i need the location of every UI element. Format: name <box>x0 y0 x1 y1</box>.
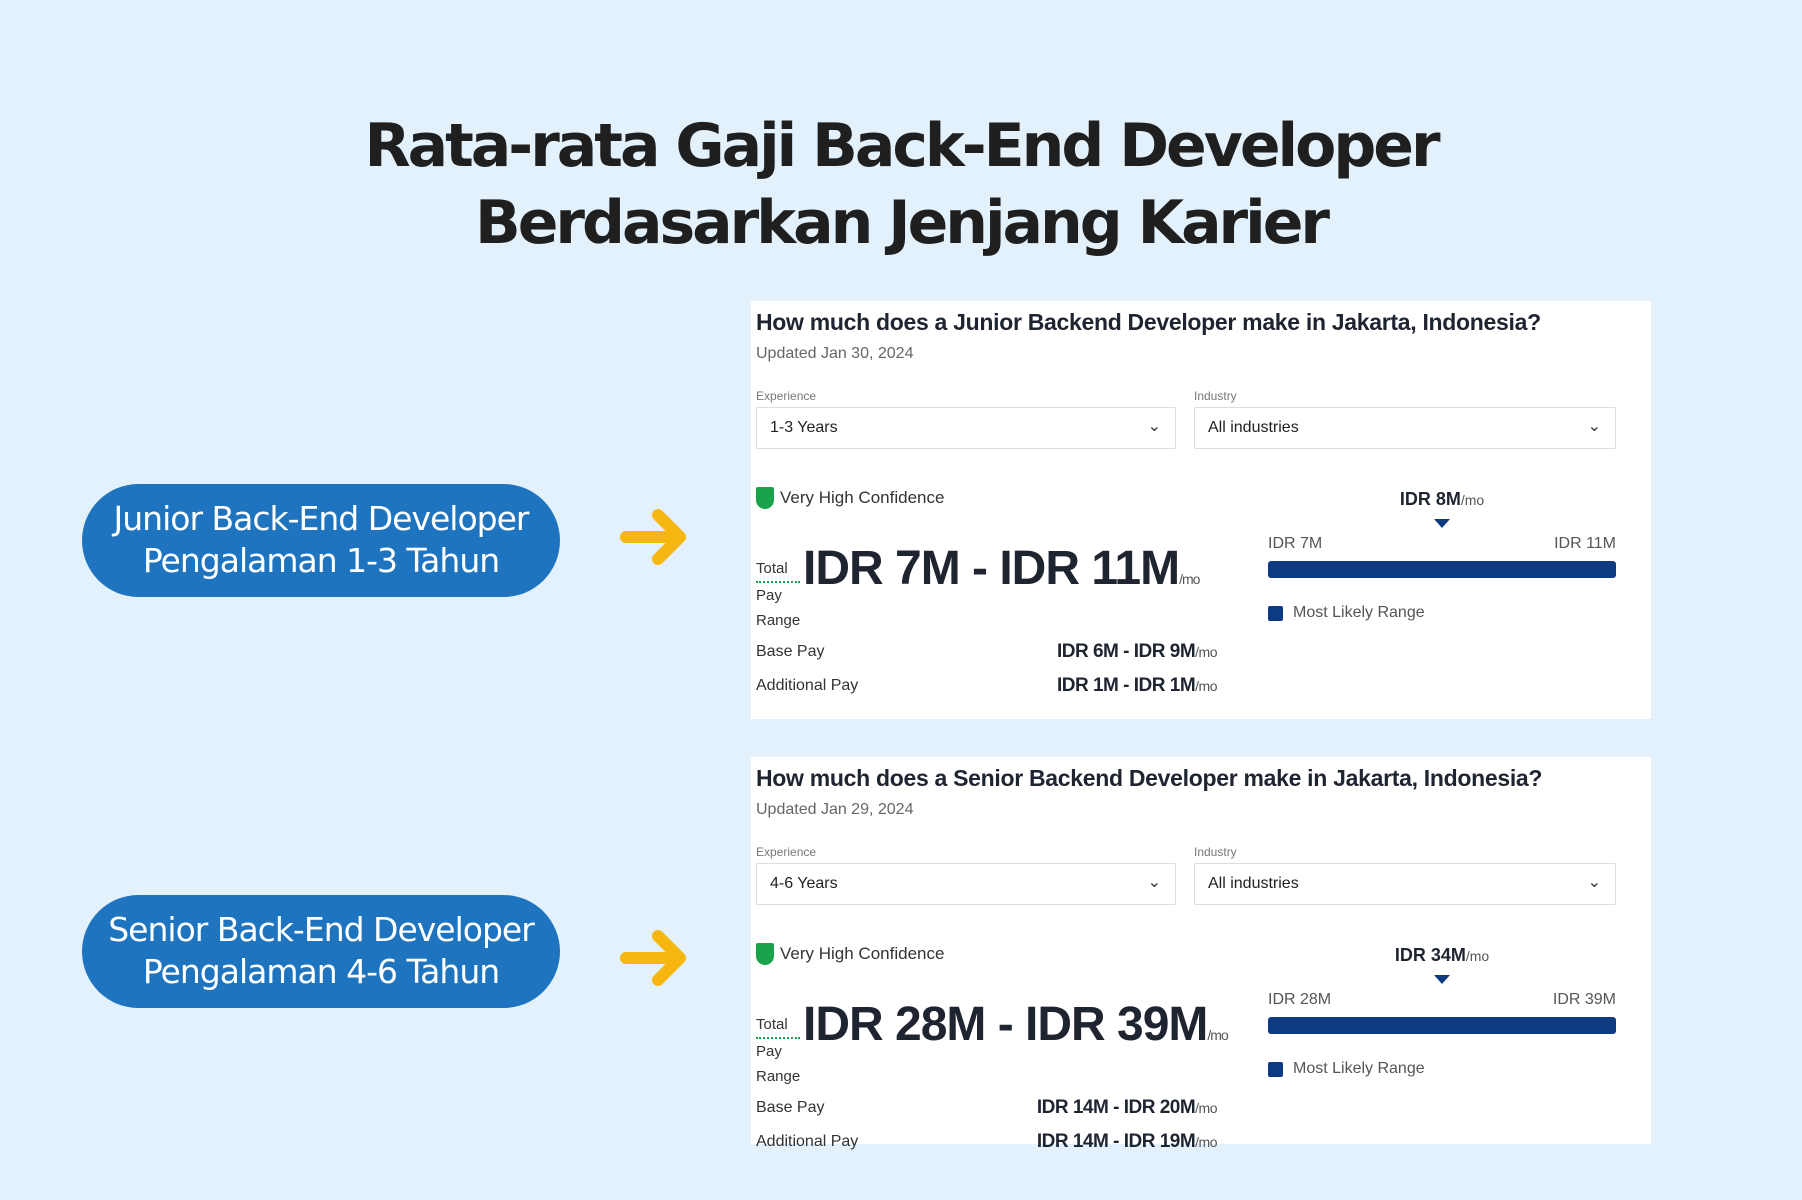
total-range-value: IDR 7M - IDR 11M <box>803 542 1180 595</box>
base-pay-value: IDR 14M - IDR 20M <box>1036 1097 1196 1118</box>
total-pay-range-label[interactable]: Total Pay Range <box>756 556 800 633</box>
confidence-badge: Very High Confidence <box>756 943 944 965</box>
per-month: /mo <box>1460 492 1485 508</box>
pill-subtitle: Pengalaman 4-6 Tahun <box>142 952 500 991</box>
additional-pay-label: Additional Pay <box>756 1133 859 1150</box>
experience-value: 4-6 Years <box>770 875 838 892</box>
experience-value: 1-3 Years <box>770 419 838 436</box>
per-month: /mo <box>1195 1134 1217 1150</box>
per-month: /mo <box>1195 678 1217 694</box>
median-value: IDR 8M <box>1399 489 1461 509</box>
industry-label: Industry <box>1194 845 1237 859</box>
legend-label: Most Likely Range <box>1293 1060 1425 1077</box>
industry-select[interactable]: All industries ⌄ <box>1194 863 1616 905</box>
legend-label: Most Likely Range <box>1293 604 1425 621</box>
confidence-text: Very High Confidence <box>780 944 945 963</box>
base-pay-label: Base Pay <box>756 1099 825 1116</box>
legend-swatch <box>1268 1061 1283 1077</box>
experience-select[interactable]: 4-6 Years ⌄ <box>756 863 1176 905</box>
additional-pay-value: IDR 1M - IDR 1M <box>1056 675 1196 696</box>
pay-label: Pay <box>756 1043 782 1060</box>
most-likely-range-bar <box>1268 1017 1616 1034</box>
additional-pay-row: Additional Pay IDR 14M - IDR 19M/mo <box>756 1131 1217 1152</box>
industry-label: Industry <box>1194 389 1237 403</box>
total-range-value: IDR 28M - IDR 39M <box>803 998 1208 1051</box>
arrow-right-icon <box>620 509 686 565</box>
range-high: IDR 39M <box>1552 991 1616 1008</box>
range-high: IDR 11M <box>1554 535 1616 552</box>
legend: Most Likely Range <box>1268 1060 1425 1078</box>
card-question: How much does a Junior Backend Developer… <box>756 309 1541 335</box>
total-pay-range: IDR 7M - IDR 11M/mo <box>803 541 1200 596</box>
per-month: /mo <box>1207 1027 1228 1043</box>
additional-pay-value: IDR 14M - IDR 19M <box>1036 1131 1196 1152</box>
experience-label: Experience <box>756 389 817 403</box>
base-pay-row: Base Pay IDR 6M - IDR 9M/mo <box>756 641 1217 662</box>
median-value: IDR 34M <box>1394 945 1466 965</box>
card-question: How much does a Senior Backend Developer… <box>756 765 1543 791</box>
chevron-down-icon: ⌄ <box>1147 874 1161 891</box>
shield-chart-icon <box>756 487 774 509</box>
confidence-text: Very High Confidence <box>780 488 945 507</box>
pill-title: Senior Back-End Developer <box>108 910 535 949</box>
confidence-badge: Very High Confidence <box>756 487 944 509</box>
experience-label: Experience <box>756 845 817 859</box>
updated-date: Updated Jan 29, 2024 <box>756 801 914 818</box>
range-low: IDR 7M <box>1268 535 1323 552</box>
legend: Most Likely Range <box>1268 604 1425 622</box>
chevron-down-icon: ⌄ <box>1587 418 1601 435</box>
range-low: IDR 28M <box>1268 991 1332 1008</box>
chevron-down-icon: ⌄ <box>1147 418 1161 435</box>
total-pay-range-label[interactable]: Total Pay Range <box>756 1012 800 1089</box>
base-pay-label: Base Pay <box>756 643 825 660</box>
industry-value: All industries <box>1208 875 1299 892</box>
chevron-down-icon: ⌄ <box>1587 874 1601 891</box>
pill-title: Junior Back-End Developer <box>113 499 530 538</box>
pill-subtitle: Pengalaman 1-3 Tahun <box>142 541 500 580</box>
page-title-line-1: Rata-rata Gaji Back-End Developer <box>364 111 1440 181</box>
salary-card: How much does a Senior Backend Developer… <box>751 757 1651 1152</box>
median-pay: IDR 34M/mo <box>1268 945 1616 966</box>
legend-swatch <box>1268 605 1283 621</box>
median-marker-icon <box>1434 975 1450 984</box>
range-label: Range <box>756 1068 801 1085</box>
industry-select[interactable]: All industries ⌄ <box>1194 407 1616 449</box>
industry-value: All industries <box>1208 419 1299 436</box>
per-month: /mo <box>1465 948 1490 964</box>
base-pay-row: Base Pay IDR 14M - IDR 20M/mo <box>756 1097 1217 1118</box>
median-pay: IDR 8M/mo <box>1268 489 1616 510</box>
range-label: Range <box>756 612 801 629</box>
updated-date: Updated Jan 30, 2024 <box>756 345 914 362</box>
per-month: /mo <box>1195 644 1217 660</box>
page-title-line-2: Berdasarkan Jenjang Karier <box>475 188 1330 258</box>
pay-label: Pay <box>756 587 782 604</box>
total-label: Total <box>756 1012 800 1039</box>
additional-pay-row: Additional Pay IDR 1M - IDR 1M/mo <box>756 675 1217 696</box>
salary-card: How much does a Junior Backend Developer… <box>751 301 1651 719</box>
experience-select[interactable]: 1-3 Years ⌄ <box>756 407 1176 449</box>
per-month: /mo <box>1195 1100 1217 1116</box>
most-likely-range-bar <box>1268 561 1616 578</box>
total-pay-range: IDR 28M - IDR 39M/mo <box>803 997 1229 1052</box>
level-pill: Junior Back-End Developer Pengalaman 1-3… <box>82 484 560 597</box>
arrow-right-icon <box>620 930 686 986</box>
level-pill: Senior Back-End Developer Pengalaman 4-6… <box>82 895 560 1008</box>
base-pay-value: IDR 6M - IDR 9M <box>1056 641 1196 662</box>
shield-chart-icon <box>756 943 774 965</box>
per-month: /mo <box>1179 571 1200 587</box>
median-marker-icon <box>1434 519 1450 528</box>
additional-pay-label: Additional Pay <box>756 677 859 694</box>
total-label: Total <box>756 556 800 583</box>
